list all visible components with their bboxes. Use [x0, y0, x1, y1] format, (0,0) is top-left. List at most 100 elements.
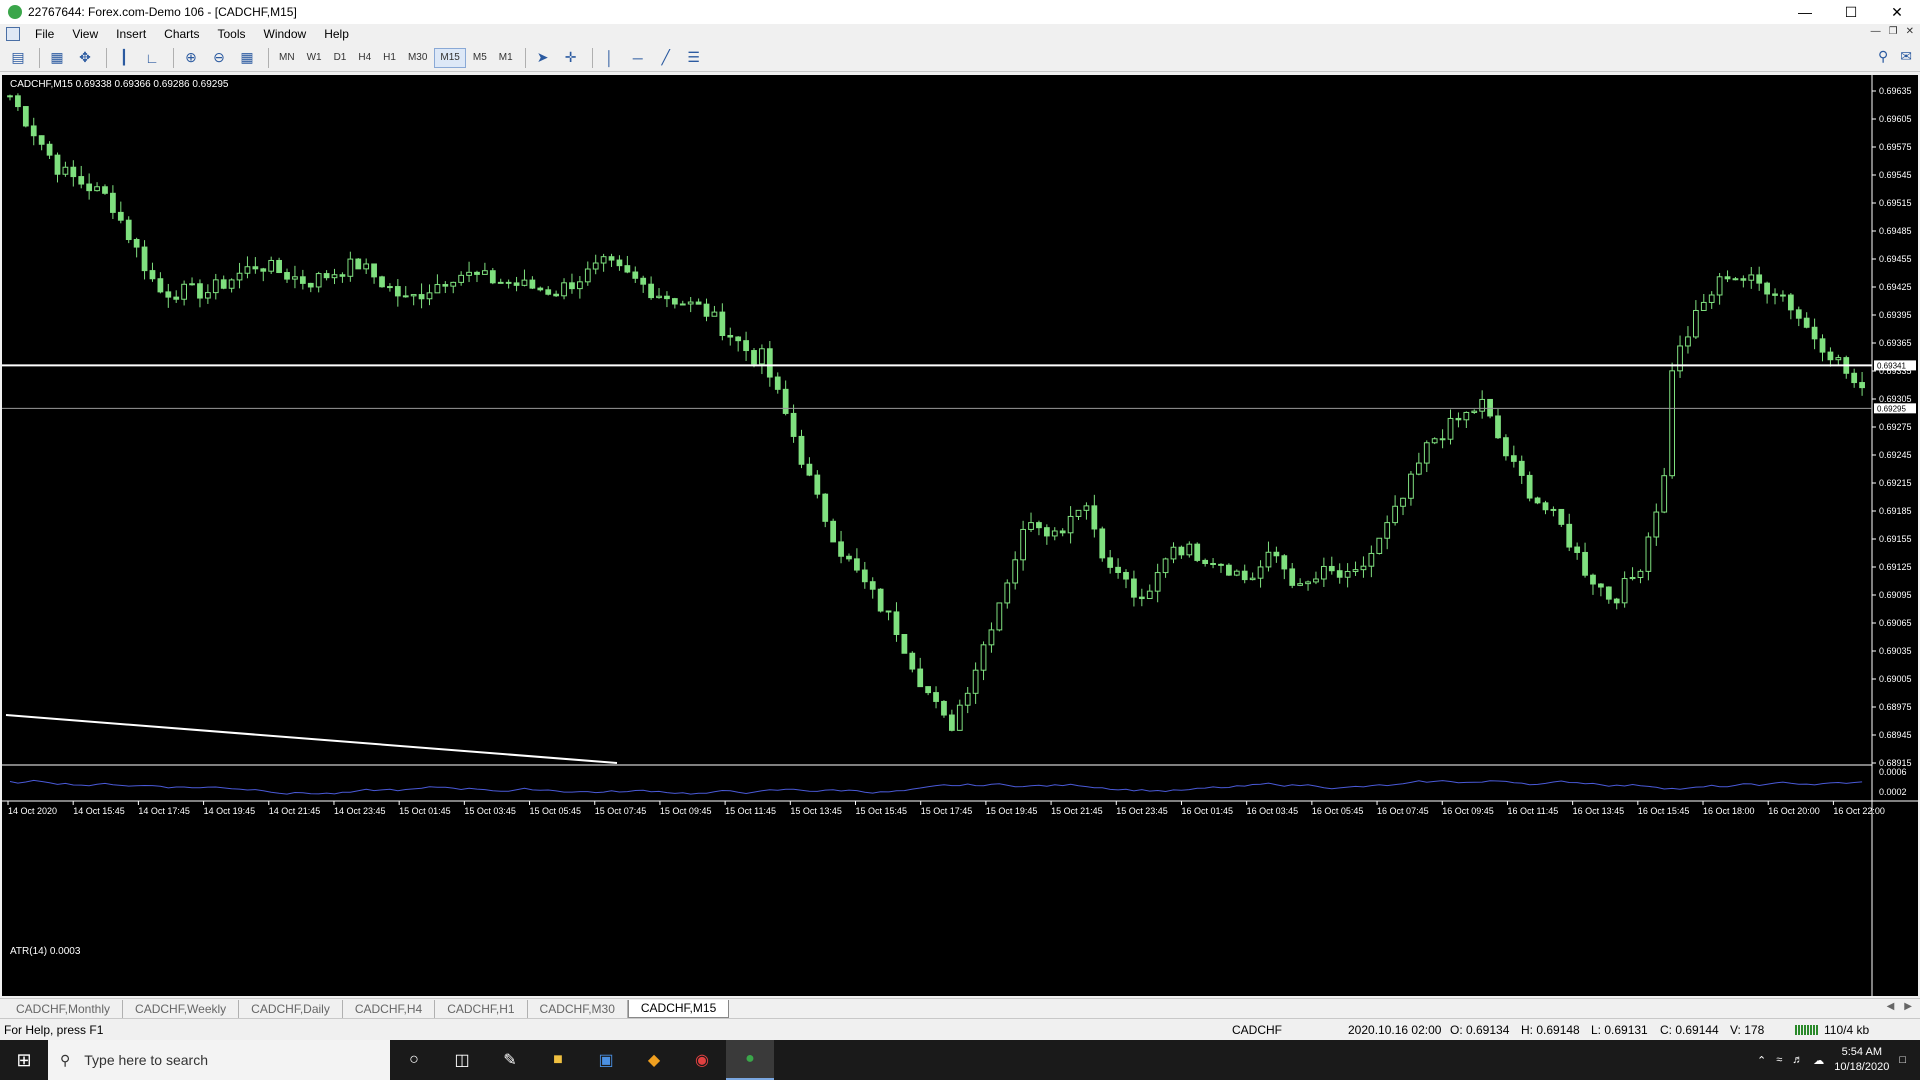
candle-body [1748, 274, 1755, 281]
timeframe-w1[interactable]: W1 [302, 48, 327, 68]
close-icon[interactable]: ✕ [1874, 0, 1920, 24]
candle-body [569, 282, 575, 290]
notification-icon[interactable]: □ [1899, 1054, 1906, 1066]
tab-cadchf-h4[interactable]: CADCHF,H4 [343, 999, 436, 1018]
wifi-icon[interactable]: ≈ [1776, 1054, 1782, 1066]
horizontal-line-icon[interactable]: ─ [626, 47, 650, 69]
candle-body [1012, 559, 1019, 584]
menu-charts[interactable]: Charts [155, 27, 208, 41]
crosshair-icon[interactable]: ✛ [559, 47, 583, 69]
maximize-icon[interactable]: ☐ [1828, 0, 1874, 24]
candle-body [1004, 582, 1011, 604]
vertical-line-icon[interactable]: │ [598, 47, 622, 69]
candle-body [7, 95, 13, 98]
file-explorer-icon[interactable]: ■ [534, 1040, 582, 1080]
status-high: H: 0.69148 [1521, 1023, 1580, 1037]
candle-body [545, 289, 552, 295]
windows-start-icon[interactable]: ⊞ [0, 1040, 48, 1080]
price-chart[interactable]: 0.69635 0.69605 0.69575 0.69545 0.69515 0.694… [2, 75, 1918, 996]
search-icon[interactable]: ⚲ [1878, 48, 1888, 65]
cursor-icon[interactable]: ➤ [531, 47, 555, 69]
candle-body [474, 271, 480, 275]
zoom-out-icon[interactable]: ⊖ [207, 47, 231, 69]
timeframe-m15[interactable]: M15 [434, 47, 466, 68]
remote-desktop-icon[interactable]: ▣ [582, 1040, 630, 1080]
candle-body [1020, 528, 1026, 561]
candle-body [941, 700, 947, 716]
tab-cadchf-h1[interactable]: CADCHF,H1 [435, 999, 528, 1018]
fibonacci-icon[interactable]: ☰ [682, 47, 706, 69]
market-watch-icon[interactable]: ▦ [45, 47, 69, 69]
tab-cadchf-monthly[interactable]: CADCHF,Monthly [4, 999, 124, 1018]
chart-window[interactable]: 0.69635 0.69605 0.69575 0.69545 0.69515 0.694… [0, 73, 1920, 998]
minimize-icon[interactable]: — [1782, 0, 1828, 24]
tab-cadchf-m15[interactable]: CADCHF,M15 [627, 999, 730, 1018]
menu-file[interactable]: File [26, 27, 63, 41]
mdi-minimize-icon[interactable]: — [1871, 26, 1881, 37]
candle-body [1178, 546, 1185, 556]
document-icon[interactable] [6, 27, 20, 41]
menu-help[interactable]: Help [315, 27, 358, 41]
bar-chart-icon[interactable]: ┃ [112, 47, 136, 69]
candle-body [1360, 565, 1367, 571]
line-chart-icon[interactable]: ∟ [140, 47, 164, 69]
timeframe-m30[interactable]: M30 [403, 48, 432, 68]
timeframe-mn[interactable]: MN [274, 48, 300, 68]
cortana-icon[interactable]: ○ [390, 1040, 438, 1080]
candle-body [434, 284, 441, 294]
chat-icon[interactable]: ✉ [1900, 48, 1912, 65]
taskbar-clock[interactable]: 5:54 AM 10/18/2020 [1834, 1045, 1889, 1075]
forex-app-icon[interactable]: ● [726, 1040, 774, 1080]
tab-cadchf-weekly[interactable]: CADCHF,Weekly [123, 999, 240, 1018]
price-tick-label: 0.68975 [1879, 702, 1912, 712]
timeframe-m5[interactable]: M5 [468, 48, 492, 68]
task-view-icon[interactable]: ◫ [438, 1040, 486, 1080]
chevron-up-icon[interactable]: ⌃ [1757, 1054, 1766, 1067]
candle-body [1123, 571, 1129, 580]
connection-bars-icon [1795, 1025, 1819, 1035]
candle-body [1558, 508, 1565, 525]
price-tick-label: 0.69635 [1879, 86, 1912, 96]
price-tick-label: 0.69545 [1879, 170, 1912, 180]
candle-body [743, 340, 749, 352]
timeframe-m1[interactable]: M1 [494, 48, 518, 68]
candle-body [1226, 564, 1232, 576]
volume-icon[interactable]: ♬ [1792, 1054, 1803, 1066]
candle-body [157, 278, 164, 293]
candle-body [600, 256, 607, 264]
timeframe-h1[interactable]: H1 [378, 48, 401, 68]
candle-body [640, 277, 647, 285]
tab-cadchf-daily[interactable]: CADCHF,Daily [239, 999, 343, 1018]
scroll-left-icon[interactable]: ◀ [1887, 1001, 1895, 1012]
tab-cadchf-m30[interactable]: CADCHF,M30 [528, 999, 628, 1018]
time-tick-label: 16 Oct 18:00 [1703, 806, 1755, 816]
timeframe-h4[interactable]: H4 [353, 48, 376, 68]
timeframe-d1[interactable]: D1 [329, 48, 352, 68]
trendline-icon[interactable]: ╱ [654, 47, 678, 69]
price-tick-label: 0.69275 [1879, 422, 1912, 432]
paint-icon[interactable]: ✎ [486, 1040, 534, 1080]
time-tick-label: 15 Oct 01:45 [399, 806, 451, 816]
menu-window[interactable]: Window [255, 27, 316, 41]
menu-view[interactable]: View [63, 27, 107, 41]
scroll-right-icon[interactable]: ▶ [1904, 1001, 1912, 1012]
candle-body [616, 259, 623, 267]
menu-tools[interactable]: Tools [209, 27, 255, 41]
candle-body [1700, 301, 1707, 311]
candle-body [1811, 326, 1818, 340]
mdi-close-icon[interactable]: ✕ [1906, 26, 1914, 37]
candle-body [1083, 505, 1090, 511]
toolbar-separator [173, 47, 174, 68]
taskbar-search-input[interactable]: ⚲ Type here to search [48, 1040, 390, 1080]
time-tick-label: 15 Oct 09:45 [660, 806, 712, 816]
zoom-in-icon[interactable]: ⊕ [179, 47, 203, 69]
chrome-icon[interactable]: ◉ [678, 1040, 726, 1080]
mdi-restore-icon[interactable]: ❐ [1889, 26, 1898, 37]
navigator-icon[interactable]: ✥ [73, 47, 97, 69]
menu-insert[interactable]: Insert [107, 27, 155, 41]
onedrive-icon[interactable]: ☁ [1813, 1054, 1824, 1067]
new-chart-icon[interactable]: ▤ [6, 47, 30, 69]
tile-windows-icon[interactable]: ▦ [235, 47, 259, 69]
sublime-icon[interactable]: ◆ [630, 1040, 678, 1080]
candle-body [877, 588, 884, 612]
